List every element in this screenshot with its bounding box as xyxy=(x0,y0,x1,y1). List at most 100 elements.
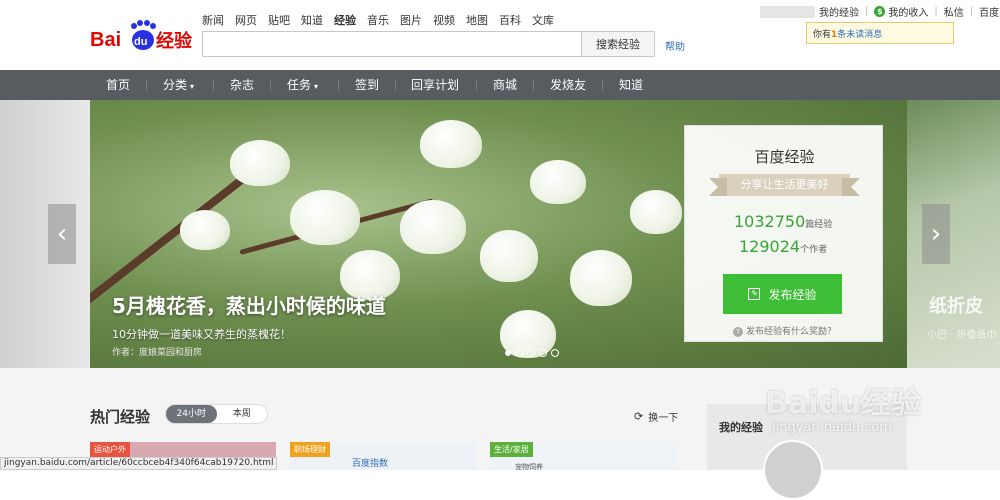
nav-home[interactable]: 首页 xyxy=(106,70,130,100)
flower-petal xyxy=(530,160,586,204)
carousel-dot[interactable] xyxy=(539,349,547,357)
refresh-icon: ⟳ xyxy=(634,410,644,423)
article-count-value: 1032750 xyxy=(734,212,806,231)
search-button[interactable]: 搜索经验 xyxy=(581,31,655,57)
author-count-unit: 个作者 xyxy=(800,245,828,255)
divider xyxy=(146,79,147,91)
topnav-map[interactable]: 地图 xyxy=(466,12,488,28)
tab-24h[interactable]: 24小时 xyxy=(166,405,217,423)
topnav-music[interactable]: 音乐 xyxy=(367,12,389,28)
refresh-button[interactable]: ⟳ 换一下 xyxy=(634,409,678,424)
hero-next-slide-peek[interactable]: 纸折皮 小巴 · 折叠纸巾 xyxy=(907,100,1000,368)
divider: | xyxy=(865,6,869,17)
carousel-dot[interactable] xyxy=(527,349,535,357)
divider xyxy=(476,79,477,91)
question-icon: ? xyxy=(733,327,743,337)
carousel-dot[interactable] xyxy=(515,349,523,357)
topnav-zhidao[interactable]: 知道 xyxy=(301,12,323,28)
notice-prefix: 你有 xyxy=(813,30,832,40)
hero-subtitle: 10分钟做一道美味又养生的蒸槐花！ xyxy=(112,328,291,341)
nav-tasks-label: 任务 xyxy=(287,78,312,92)
divider: | xyxy=(969,6,974,17)
hero-prev-slide-peek xyxy=(0,100,90,368)
category-tag: 生活/家居 xyxy=(490,442,533,457)
publish-experience-button[interactable]: ✎ 发布经验 xyxy=(723,274,842,314)
nav-category[interactable]: 分类 ▾ xyxy=(163,70,194,100)
baidu-home-link[interactable]: 百度首页 xyxy=(979,4,1000,19)
nav-share-plan[interactable]: 回享计划 xyxy=(411,70,459,100)
author-count-value: 129024 xyxy=(739,237,801,256)
dollar-icon: $ xyxy=(874,6,886,17)
unread-notice[interactable]: 你有1条未读消息 xyxy=(806,22,954,44)
carousel-dot[interactable] xyxy=(505,350,511,356)
next-slide-title: 纸折皮 xyxy=(929,296,983,317)
divider xyxy=(213,79,214,91)
refresh-label: 换一下 xyxy=(648,413,679,424)
my-income-link[interactable]: 我的收入 xyxy=(888,4,928,19)
article-count: 1032750篇经验 xyxy=(734,212,832,231)
flower-petal xyxy=(570,250,632,306)
private-message-link[interactable]: 私信 xyxy=(944,4,964,19)
nav-magazine[interactable]: 杂志 xyxy=(230,70,254,100)
nav-mall[interactable]: 商城 xyxy=(493,70,517,100)
chevron-down-icon: ▾ xyxy=(190,82,195,91)
reward-label: 发布经验有什么奖励？ xyxy=(746,327,837,337)
search-input[interactable] xyxy=(202,31,582,57)
my-experience-title: 我的经验 xyxy=(719,421,763,434)
author-count: 129024个作者 xyxy=(739,237,827,256)
svg-text:du: du xyxy=(134,36,147,48)
nav-tasks[interactable]: 任务 ▾ xyxy=(287,70,318,100)
topnav-jingyan[interactable]: 经验 xyxy=(334,12,356,28)
next-slide-subtitle: 小巴 · 折叠纸巾 xyxy=(927,330,997,341)
watermark-url: jingyan.baidu.com xyxy=(772,420,892,435)
username-placeholder[interactable] xyxy=(760,5,815,18)
avatar[interactable] xyxy=(763,440,823,500)
category-tag: 职场理财 xyxy=(290,442,330,457)
reward-link[interactable]: ? 发布经验有什么奖励？ xyxy=(733,324,836,337)
tab-week[interactable]: 本周 xyxy=(217,405,268,423)
chevron-down-icon: ▾ xyxy=(314,82,319,91)
top-nav: 新闻 网页 贴吧 知道 经验 音乐 图片 视频 地图 百科 文库 xyxy=(202,12,565,28)
notice-suffix[interactable]: 条未读消息 xyxy=(837,30,882,40)
tile-text: 宠物饲养 xyxy=(515,463,543,471)
nav-category-label: 分类 xyxy=(163,78,188,92)
carousel-dot[interactable] xyxy=(551,349,559,357)
topnav-wenku[interactable]: 文库 xyxy=(532,12,554,28)
prev-slide-arrow[interactable]: ‹ xyxy=(48,204,76,264)
topnav-news[interactable]: 新闻 xyxy=(202,12,224,28)
watermark-logo: Baidu经验 xyxy=(765,386,922,421)
status-bar-url: jingyan.baidu.com/article/60ccbceb4f340f… xyxy=(0,457,278,470)
publish-label: 发布经验 xyxy=(768,287,817,302)
nav-zhidao[interactable]: 知道 xyxy=(619,70,643,100)
hero-title[interactable]: 5月槐花香，蒸出小时候的味道 xyxy=(112,290,386,319)
card-title: 百度经验 xyxy=(754,148,815,166)
nav-checkin[interactable]: 签到 xyxy=(355,70,379,100)
carousel-dots xyxy=(505,349,559,357)
flower-petal xyxy=(290,190,360,245)
svg-text:经验: 经验 xyxy=(156,30,193,52)
hero-author: 作者：度娘菜园和厨房 xyxy=(112,348,203,358)
main-nav: 首页 分类 ▾ 杂志 任务 ▾ 签到 回享计划 商城 发烧友 知道 xyxy=(0,70,1000,100)
baidu-jingyan-logo[interactable]: Bai du 经验 xyxy=(90,18,200,54)
my-experience-link[interactable]: 我的经验 xyxy=(819,4,859,19)
next-slide-arrow[interactable]: › xyxy=(922,204,950,264)
divider xyxy=(533,79,534,91)
category-tag: 运动户外 xyxy=(90,442,130,457)
flower-petal xyxy=(420,120,482,168)
topnav-images[interactable]: 图片 xyxy=(400,12,422,28)
topnav-baike[interactable]: 百科 xyxy=(499,12,521,28)
divider xyxy=(395,79,396,91)
divider xyxy=(338,79,339,91)
slogan-ribbon: 分享让生活更美好 xyxy=(709,174,860,196)
topnav-web[interactable]: 网页 xyxy=(235,12,257,28)
user-bar: 我的经验 | $ 我的收入 | 私信 | 百度首页 xyxy=(760,4,1000,19)
flower-petal xyxy=(180,210,230,250)
topnav-tieba[interactable]: 贴吧 xyxy=(268,12,290,28)
divider xyxy=(602,79,603,91)
help-link[interactable]: 帮助 xyxy=(665,38,685,53)
divider: | xyxy=(934,6,938,17)
time-range-toggle: 24小时 本周 xyxy=(165,404,268,424)
nav-enthusiast[interactable]: 发烧友 xyxy=(550,70,586,100)
article-count-unit: 篇经验 xyxy=(805,220,833,230)
topnav-video[interactable]: 视频 xyxy=(433,12,455,28)
